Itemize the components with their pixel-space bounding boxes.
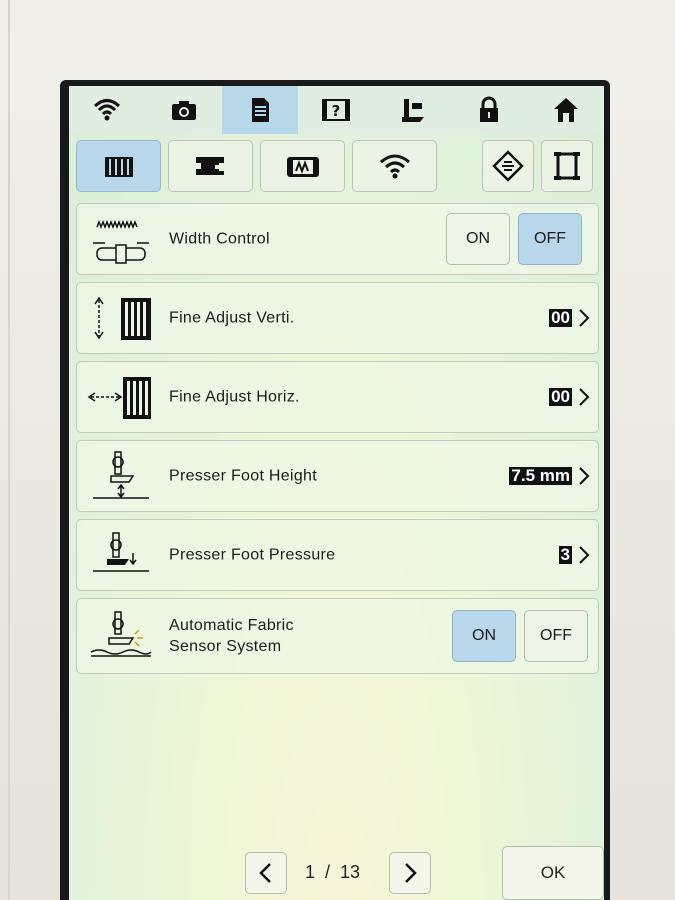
next-page-button[interactable]: [389, 852, 431, 894]
fine-adjust-horizontal-row[interactable]: Fine Adjust Horiz. 00: [76, 361, 599, 433]
machine-button[interactable]: [375, 86, 451, 134]
page-indicator: 1 / 13: [305, 862, 361, 882]
width-control-off-button[interactable]: OFF: [518, 213, 582, 265]
chevron-right-icon: [405, 863, 417, 883]
camera-button[interactable]: [145, 86, 221, 134]
width-control-label: Width Control: [169, 230, 270, 248]
fine-adjust-vertical-row[interactable]: Fine Adjust Verti. 00: [76, 282, 599, 354]
display-settings-icon: [286, 157, 319, 177]
sewing-machine-icon: [401, 99, 424, 122]
top-toolbar: ?: [69, 86, 604, 134]
fabric-sensor-label: Automatic Fabric Sensor System: [169, 617, 294, 655]
presser-foot-height-label: Presser Foot Height: [169, 467, 317, 485]
help-video-icon: ?: [322, 99, 351, 121]
chevron-left-icon: [259, 863, 271, 883]
embroidery-settings-icon: [195, 157, 224, 175]
presser-foot-height-row[interactable]: Presser Foot Height 7.5 mm: [76, 440, 599, 512]
fabric-sensor-row: Automatic Fabric Sensor System ON OFF: [76, 598, 599, 674]
home-button[interactable]: [528, 86, 604, 134]
settings-document-icon: [252, 98, 270, 122]
svg-text:?: ?: [332, 102, 341, 120]
tab-sewing-settings[interactable]: [76, 140, 161, 192]
width-control-row: Width Control ON OFF: [76, 203, 599, 275]
tab-embroidery-settings[interactable]: [168, 140, 253, 192]
fabric-sensor-off-button[interactable]: OFF: [524, 610, 588, 662]
chevron-right-icon: [579, 467, 590, 485]
lock-icon: [480, 96, 499, 122]
chevron-right-icon: [579, 388, 590, 406]
layer-button[interactable]: [482, 140, 534, 192]
fine-adjust-horizontal-value: 00: [549, 387, 572, 406]
frame-button[interactable]: [541, 140, 593, 192]
fine-adjust-horizontal-icon: [87, 377, 151, 419]
fine-adjust-horizontal-label: Fine Adjust Horiz.: [169, 388, 300, 406]
category-tabs: [69, 140, 604, 196]
tab-wireless-settings[interactable]: [352, 140, 437, 192]
wireless-settings-icon: [379, 154, 410, 179]
width-control-icon: [93, 219, 149, 264]
home-icon: [553, 98, 578, 122]
settings-document-button[interactable]: [221, 86, 299, 134]
ok-button[interactable]: OK: [502, 846, 604, 900]
fabric-sensor-icon: [90, 611, 152, 657]
sewing-settings-icon: [104, 157, 133, 177]
presser-foot-pressure-label: Presser Foot Pressure: [169, 546, 336, 564]
wifi-button[interactable]: [69, 86, 145, 134]
layer-icon: [492, 150, 524, 182]
previous-page-button[interactable]: [245, 852, 287, 894]
touch-screen: ? Width Control ON OFF Fine Adjust Verti…: [69, 86, 604, 900]
chevron-right-icon: [579, 309, 590, 327]
camera-icon: [171, 101, 196, 120]
fine-adjust-vertical-label: Fine Adjust Verti.: [169, 309, 295, 327]
fabric-sensor-on-button[interactable]: ON: [452, 610, 516, 662]
chevron-right-icon: [579, 546, 590, 564]
width-control-on-button[interactable]: ON: [446, 213, 510, 265]
tab-display-settings[interactable]: [260, 140, 345, 192]
presser-foot-height-value: 7.5 mm: [509, 466, 572, 485]
presser-foot-pressure-value: 3: [558, 545, 572, 564]
presser-foot-height-icon: [93, 451, 149, 499]
presser-foot-pressure-icon: [93, 532, 149, 572]
wifi-icon: [94, 99, 121, 121]
help-video-button[interactable]: ?: [298, 86, 374, 134]
fine-adjust-vertical-icon: [94, 296, 151, 340]
presser-foot-pressure-row[interactable]: Presser Foot Pressure 3: [76, 519, 599, 591]
fine-adjust-vertical-value: 00: [549, 308, 572, 327]
lock-button[interactable]: [451, 86, 527, 134]
frame-icon: [554, 152, 580, 180]
